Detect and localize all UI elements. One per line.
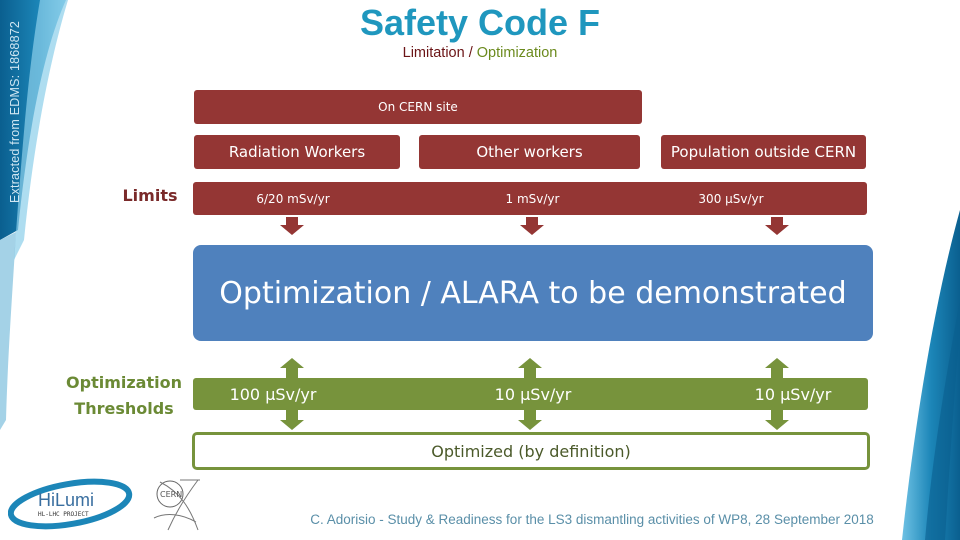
optimization-thresholds-label: Optimization Thresholds xyxy=(58,370,190,422)
cern-logo-text: CERN xyxy=(160,490,182,499)
category-population-outside-cern: Population outside CERN xyxy=(661,135,866,169)
subtitle-limitation: Limitation xyxy=(402,45,465,61)
hilumi-logo-subtext: HL-LHC PROJECT xyxy=(38,511,89,518)
subtitle-optimization: Optimization xyxy=(476,45,558,61)
down-arrow-icon xyxy=(765,217,789,235)
category-radiation-workers: Radiation Workers xyxy=(194,135,400,169)
limits-label: Limits xyxy=(122,186,178,205)
threshold-radiation-workers: 100 µSv/yr xyxy=(229,384,317,404)
optimization-alara-box: Optimization / ALARA to be demonstrated xyxy=(193,245,873,341)
limit-population: 300 µSv/yr xyxy=(698,191,764,206)
limit-other-workers: 1 mSv/yr xyxy=(505,191,560,206)
subtitle-separator: / xyxy=(464,45,477,61)
down-arrow-icon xyxy=(520,217,544,235)
optimized-by-definition-box: Optimized (by definition) xyxy=(192,432,870,470)
limit-radiation-workers: 6/20 mSv/yr xyxy=(256,191,330,206)
down-arrow-icon xyxy=(280,217,304,235)
optimization-thresholds-label-line1: Optimization xyxy=(66,373,182,392)
cern-site-header: On CERN site xyxy=(194,90,642,124)
footer-citation: C. Adorisio - Study & Readiness for the … xyxy=(310,512,874,527)
optimization-thresholds-label-line2: Thresholds xyxy=(74,399,174,418)
hilumi-logo: HiLumi HL-LHC PROJECT xyxy=(8,478,133,530)
cern-logo: CERN xyxy=(153,479,200,531)
category-other-workers: Other workers xyxy=(419,135,640,169)
limits-bar: 6/20 mSv/yr 1 mSv/yr 300 µSv/yr xyxy=(193,182,867,215)
edms-watermark: Extracted from EDMS: 1868872 xyxy=(8,20,22,204)
slide-title: Safety Code F xyxy=(359,2,601,43)
threshold-population: 10 µSv/yr xyxy=(754,384,832,404)
slide-subtitle: Limitation / Optimization xyxy=(330,45,630,61)
threshold-other-workers: 10 µSv/yr xyxy=(494,384,572,404)
thresholds-bar: 100 µSv/yr 10 µSv/yr 10 µSv/yr xyxy=(193,378,868,410)
hilumi-logo-text: HiLumi xyxy=(38,490,94,510)
